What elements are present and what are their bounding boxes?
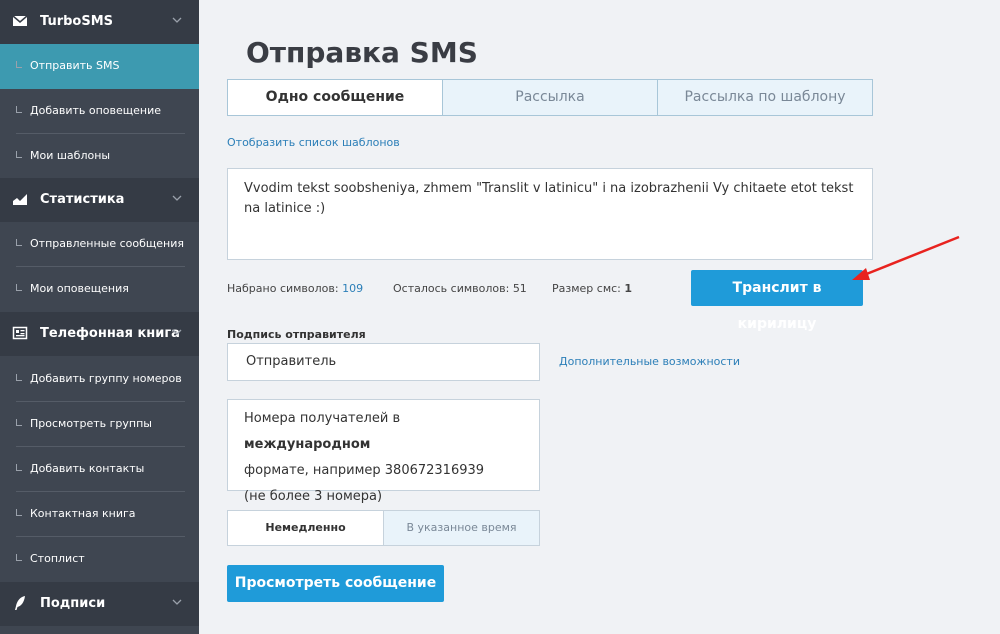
sidebar-section-phonebook[interactable]: Телефонная книга <box>0 312 199 356</box>
tree-branch-icon <box>16 106 22 113</box>
tree-branch-icon <box>16 554 22 561</box>
sidebar-section-title: Статистика <box>40 192 125 207</box>
tree-branch-icon <box>16 61 22 68</box>
envelope-icon <box>12 15 28 26</box>
message-textarea[interactable]: Vvodim tekst soobsheniya, zhmem "Transli… <box>227 168 873 260</box>
tree-branch-icon <box>16 151 22 158</box>
tab-mailing[interactable]: Рассылка <box>442 80 657 115</box>
chevron-down-icon <box>172 195 182 201</box>
sidebar-item-add-number-group[interactable]: Добавить группу номеров <box>0 357 199 402</box>
sidebar-item-label: Мои оповещения <box>30 282 129 295</box>
sidebar-section-signatures[interactable]: Подписи <box>0 582 199 626</box>
message-type-tabs: Одно сообщение Рассылка Рассылка по шабл… <box>227 79 873 116</box>
sidebar-item-label: Контактная книга <box>30 507 136 520</box>
sidebar-section-title: Подписи <box>40 596 106 611</box>
sidebar-item-label: Просмотреть группы <box>30 417 152 430</box>
remaining-count: Осталось символов: 51 <box>393 282 527 295</box>
phonebook-icon <box>12 326 28 340</box>
chevron-down-icon <box>172 17 182 23</box>
send-scheduled-option[interactable]: В указанное время <box>383 511 539 545</box>
sidebar-section-statistics[interactable]: Статистика <box>0 178 199 222</box>
sender-label: Подпись отправителя <box>227 328 366 341</box>
recipients-hint-line3: (не более 3 номера) <box>244 489 383 504</box>
page-title: Отправка SMS <box>246 36 478 69</box>
sidebar-item-contact-book[interactable]: Контактная книга <box>0 492 199 537</box>
tree-branch-icon <box>16 284 22 291</box>
sidebar-item-label: Отправленные сообщения <box>30 237 184 250</box>
sms-size: Размер смс: 1 <box>552 282 632 295</box>
sidebar-item-add-notification[interactable]: Добавить оповещение <box>0 89 199 134</box>
tree-branch-icon <box>16 239 22 246</box>
sidebar-item-view-groups[interactable]: Просмотреть группы <box>0 402 199 447</box>
tree-branch-icon <box>16 509 22 516</box>
tree-branch-icon <box>16 374 22 381</box>
remaining-count-value: 51 <box>512 282 527 295</box>
translit-cyrillic-button[interactable]: Транслит в кирилицу <box>691 270 863 332</box>
sidebar-section-turbosms[interactable]: TurboSMS <box>0 0 199 44</box>
sms-size-value: 1 <box>624 282 633 295</box>
sidebar-item-my-notifications[interactable]: Мои оповещения <box>0 267 199 312</box>
sidebar-item-label: Добавить контакты <box>30 462 145 475</box>
sidebar-section-title: Телефонная книга <box>40 326 180 341</box>
sidebar-item-stoplist[interactable]: Стоплист <box>0 537 199 582</box>
tree-branch-icon <box>16 464 22 471</box>
sidebar: TurboSMS Отправить SMS Добавить оповещен… <box>0 0 199 634</box>
sidebar-item-send-sms[interactable]: Отправить SMS <box>0 44 199 89</box>
chart-icon <box>13 194 27 205</box>
remaining-count-label: Осталось символов: <box>393 282 510 295</box>
send-timing-toggle: Немедленно В указанное время <box>227 510 540 546</box>
sidebar-item-sent-messages[interactable]: Отправленные сообщения <box>0 222 199 267</box>
tab-single-message[interactable]: Одно сообщение <box>228 80 442 115</box>
typed-count-label: Набрано символов: <box>227 282 339 295</box>
typed-count-value: 109 <box>342 282 364 295</box>
sidebar-item-label: Стоплист <box>30 552 85 565</box>
extra-options-link[interactable]: Дополнительные возможности <box>559 355 740 368</box>
show-templates-link[interactable]: Отобразить список шаблонов <box>227 136 400 149</box>
typed-count: Набрано символов: 109 <box>227 282 363 295</box>
recipients-hint-bold: международном <box>244 437 371 452</box>
sidebar-item-label: Мои шаблоны <box>30 149 111 162</box>
recipients-hint-text: Номера получателей в <box>244 411 401 426</box>
sms-size-label: Размер смс: <box>552 282 621 295</box>
sidebar-item-my-templates[interactable]: Мои шаблоны <box>0 134 199 179</box>
sidebar-item-add-contacts[interactable]: Добавить контакты <box>0 447 199 492</box>
feather-icon <box>15 596 25 610</box>
recipients-hint-line2: формате, например 380672316939 <box>244 463 485 478</box>
sidebar-item-label: Добавить группу номеров <box>30 372 182 385</box>
tree-branch-icon <box>16 419 22 426</box>
sidebar-section-title: TurboSMS <box>40 14 114 29</box>
recipients-textarea[interactable]: Номера получателей в международном форма… <box>227 399 540 504</box>
chevron-down-icon <box>172 599 182 605</box>
tab-template-mailing[interactable]: Рассылка по шаблону <box>657 80 872 115</box>
sender-input[interactable]: Отправитель <box>227 343 540 381</box>
sidebar-item-label: Добавить оповещение <box>30 104 162 117</box>
sidebar-item-label: Отправить SMS <box>30 59 120 72</box>
send-immediately-option[interactable]: Немедленно <box>228 511 383 545</box>
preview-message-button[interactable]: Просмотреть сообщение <box>227 565 444 602</box>
chevron-down-icon <box>172 329 182 335</box>
recipients-hint-line1: Номера получателей в международном <box>244 406 523 458</box>
